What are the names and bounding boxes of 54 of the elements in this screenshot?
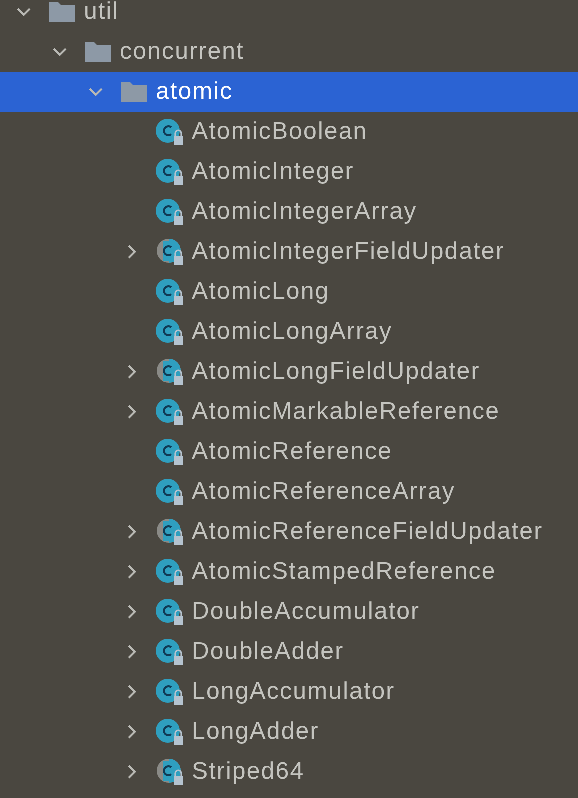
chevron-right-icon[interactable] xyxy=(127,404,137,420)
class-name[interactable]: AtomicBoolean xyxy=(192,118,368,146)
abstract-class-icon xyxy=(156,518,184,546)
class-name[interactable]: AtomicReference xyxy=(192,438,393,466)
chevron-right-icon[interactable] xyxy=(127,524,137,540)
folder-name[interactable]: concurrent xyxy=(120,38,244,66)
chevron-right-icon[interactable] xyxy=(127,644,137,660)
chevron-right-icon[interactable] xyxy=(127,724,137,740)
class-name[interactable]: AtomicInteger xyxy=(192,158,354,186)
class-icon xyxy=(156,598,184,626)
class-name[interactable]: LongAccumulator xyxy=(192,678,396,706)
class-name[interactable]: Striped64 xyxy=(192,758,305,786)
class-name[interactable]: DoubleAdder xyxy=(192,638,344,666)
class-name[interactable]: AtomicLong xyxy=(192,278,330,306)
class-name[interactable]: AtomicLongArray xyxy=(192,318,393,346)
chevron-right-icon[interactable] xyxy=(127,604,137,620)
class-icon xyxy=(156,198,184,226)
class-icon xyxy=(156,398,184,426)
chevron-right-icon[interactable] xyxy=(127,364,137,380)
chevron-right-icon[interactable] xyxy=(127,564,137,580)
class-name[interactable]: AtomicReferenceArray xyxy=(192,478,456,506)
abstract-class-icon xyxy=(156,358,184,386)
chevron-right-icon[interactable] xyxy=(127,764,137,780)
class-name[interactable]: AtomicIntegerFieldUpdater xyxy=(192,238,505,266)
class-icon xyxy=(156,678,184,706)
class-icon xyxy=(156,718,184,746)
class-icon xyxy=(156,438,184,466)
abstract-class-icon xyxy=(156,238,184,266)
class-name[interactable]: AtomicLongFieldUpdater xyxy=(192,358,480,386)
chevron-right-icon[interactable] xyxy=(127,684,137,700)
chevron-down-icon[interactable] xyxy=(88,87,104,97)
class-icon xyxy=(156,278,184,306)
class-icon xyxy=(156,638,184,666)
folder-icon xyxy=(84,41,112,63)
chevron-down-icon[interactable] xyxy=(16,7,32,17)
class-icon xyxy=(156,558,184,586)
class-icon xyxy=(156,478,184,506)
class-name[interactable]: AtomicStampedReference xyxy=(192,558,496,586)
class-icon xyxy=(156,318,184,346)
class-icon xyxy=(156,158,184,186)
chevron-right-icon[interactable] xyxy=(127,244,137,260)
class-name[interactable]: AtomicIntegerArray xyxy=(192,198,418,226)
class-name[interactable]: AtomicReferenceFieldUpdater xyxy=(192,518,544,546)
class-name[interactable]: DoubleAccumulator xyxy=(192,598,420,626)
chevron-down-icon[interactable] xyxy=(52,47,68,57)
abstract-class-icon xyxy=(156,758,184,786)
folder-icon xyxy=(120,81,148,103)
folder-name[interactable]: atomic xyxy=(156,78,234,106)
folder-icon xyxy=(48,1,76,23)
class-icon xyxy=(156,118,184,146)
class-name[interactable]: AtomicMarkableReference xyxy=(192,398,500,426)
selected-tree-row[interactable]: atomic xyxy=(0,72,578,112)
folder-name[interactable]: util xyxy=(84,0,120,26)
class-name[interactable]: LongAdder xyxy=(192,718,320,746)
